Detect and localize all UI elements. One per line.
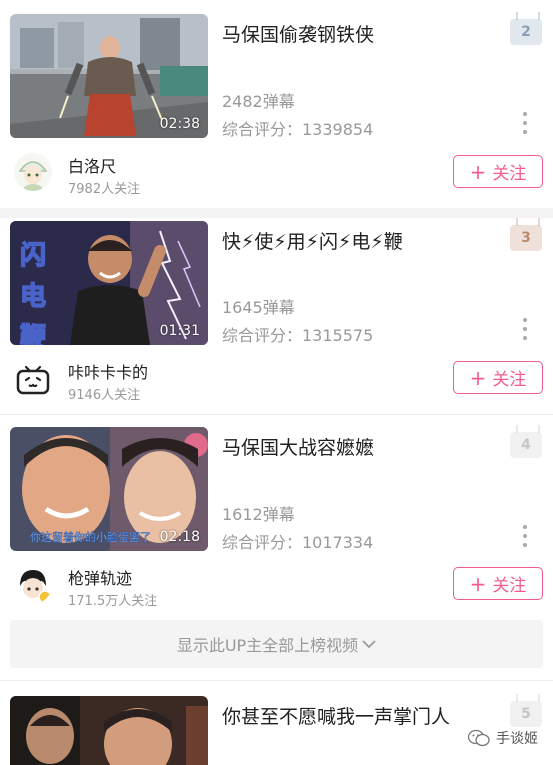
watermark-label: 手谈姬 (496, 731, 538, 747)
follower-count: 9146人关注 (68, 388, 141, 403)
caption-char: 电 (19, 281, 47, 313)
overall-score: 综合评分：1315575 (222, 326, 374, 345)
plus-icon: + (469, 159, 487, 184)
caption-char: 鞭 (19, 322, 47, 345)
ranking-item-2[interactable]: 闪 电 鞭 01:31 快⚡使⚡用⚡闪⚡电⚡鞭 3 1645弹幕 综合评分：13… (0, 218, 553, 414)
thumbnail-image (10, 696, 208, 765)
video-duration: 02:38 (159, 116, 200, 132)
follower-count: 171.5万人关注 (68, 594, 158, 609)
ranking-item-3[interactable]: 你这留着你的小脸蛋罢了 02:18 马保国大战容嬷嬷 4 1612弹幕 综合评分… (0, 415, 553, 611)
video-title[interactable]: 马保国大战容嬷嬷 (222, 433, 374, 460)
follow-button[interactable]: + 关注 (453, 155, 543, 188)
video-title[interactable]: 马保国偷袭钢铁侠 (222, 20, 374, 47)
more-vertical-icon[interactable] (520, 112, 530, 134)
wechat-icon (468, 729, 490, 747)
video-thumbnail[interactable]: 你这留着你的小脸蛋罢了 02:18 (10, 427, 208, 551)
danmaku-count: 1645弹幕 (222, 298, 295, 317)
follow-label: 关注 (492, 164, 527, 184)
rank-badge: 2 (510, 19, 542, 45)
ranking-item-4[interactable]: 你甚至不愿喊我一声掌门人 5 (0, 681, 553, 765)
uploader-name[interactable]: 白洛尺 (68, 153, 116, 177)
danmaku-count: 1612弹幕 (222, 505, 295, 524)
video-duration: 02:18 (159, 529, 200, 545)
avatar[interactable] (14, 566, 52, 604)
rank-badge: 3 (510, 225, 542, 251)
follower-count: 7982人关注 (68, 182, 141, 197)
uploader-name[interactable]: 枪弹轨迹 (68, 565, 132, 589)
overall-score: 综合评分：1339854 (222, 120, 374, 139)
danmaku-count: 2482弹幕 (222, 92, 295, 111)
divider (0, 208, 553, 218)
tv-icon (14, 360, 52, 398)
video-thumbnail[interactable]: 闪 电 鞭 01:31 (10, 221, 208, 345)
more-vertical-icon[interactable] (520, 318, 530, 340)
ranking-item-1[interactable]: 02:38 马保国偷袭钢铁侠 2 2482弹幕 综合评分：1339854 白洛尺… (0, 0, 553, 208)
follow-label: 关注 (492, 370, 527, 390)
follow-button[interactable]: + 关注 (453, 567, 543, 600)
video-thumbnail[interactable] (10, 696, 208, 765)
show-all-label: 显示此UP主全部上榜视频 (176, 636, 359, 655)
rank-badge: 4 (510, 432, 542, 458)
plus-icon: + (469, 571, 487, 596)
watermark: 手谈姬 (468, 728, 538, 748)
video-title[interactable]: 你甚至不愿喊我一声掌门人 (222, 702, 450, 729)
thumbnail-caption: 你这留着你的小脸蛋罢了 (30, 531, 152, 545)
avatar[interactable] (14, 153, 52, 191)
caption-char: 闪 (19, 240, 47, 272)
follow-label: 关注 (492, 576, 527, 596)
chevron-down-icon (362, 640, 376, 649)
follow-button[interactable]: + 关注 (453, 361, 543, 394)
video-thumbnail[interactable]: 02:38 (10, 14, 208, 138)
video-duration: 01:31 (159, 323, 200, 339)
thumbnail-caption: 闪 电 鞭 (19, 235, 47, 345)
plus-icon: + (469, 365, 487, 390)
avatar[interactable] (14, 360, 52, 398)
more-vertical-icon[interactable] (520, 525, 530, 547)
video-title[interactable]: 快⚡使⚡用⚡闪⚡电⚡鞭 (222, 227, 403, 254)
rank-badge: 5 (510, 701, 542, 727)
show-all-videos-button[interactable]: 显示此UP主全部上榜视频 (10, 620, 543, 668)
overall-score: 综合评分：1017334 (222, 533, 374, 552)
uploader-name[interactable]: 咔咔卡卡的 (68, 359, 148, 383)
